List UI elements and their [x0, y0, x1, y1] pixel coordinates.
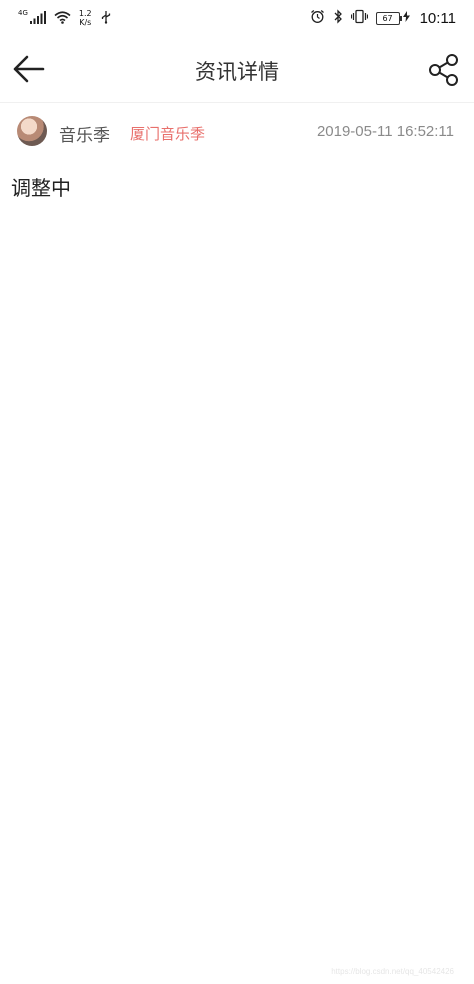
- bluetooth-icon: [333, 8, 343, 28]
- share-button[interactable]: [428, 53, 460, 87]
- nav-bar: 资讯详情: [0, 36, 474, 103]
- network-type: 4G: [18, 9, 28, 17]
- publish-time: 2019-05-11 16:52:11: [316, 123, 454, 140]
- author-row: 音乐季 厦门音乐季 2019-05-11 16:52:11: [0, 104, 474, 156]
- status-right: 67 10:11: [310, 8, 456, 28]
- vibrate-icon: [350, 9, 368, 28]
- author-name[interactable]: 音乐季: [59, 121, 110, 146]
- battery-indicator: 67: [375, 11, 402, 25]
- net-speed-value: 1.2: [78, 9, 92, 18]
- status-bar: 4G 1.2 K/s 67 10:11: [0, 0, 474, 36]
- clock: 10:11: [419, 9, 456, 27]
- usb-icon: [100, 9, 112, 28]
- status-left: 4G 1.2 K/s: [18, 9, 112, 28]
- charging-icon: [402, 11, 410, 25]
- alarm-icon: [310, 9, 325, 28]
- article-body: 调整中: [11, 176, 71, 200]
- author-tag[interactable]: 厦门音乐季: [130, 123, 205, 144]
- wifi-icon: [54, 9, 71, 28]
- watermark: https://blog.csdn.net/qq_40542426: [331, 967, 454, 976]
- page-title: 资讯详情: [195, 60, 279, 84]
- share-icon: [429, 54, 458, 86]
- avatar[interactable]: [17, 116, 47, 146]
- net-speed-unit: K/s: [79, 18, 92, 27]
- net-speed: 1.2 K/s: [79, 9, 92, 27]
- signal-icon: [29, 9, 46, 28]
